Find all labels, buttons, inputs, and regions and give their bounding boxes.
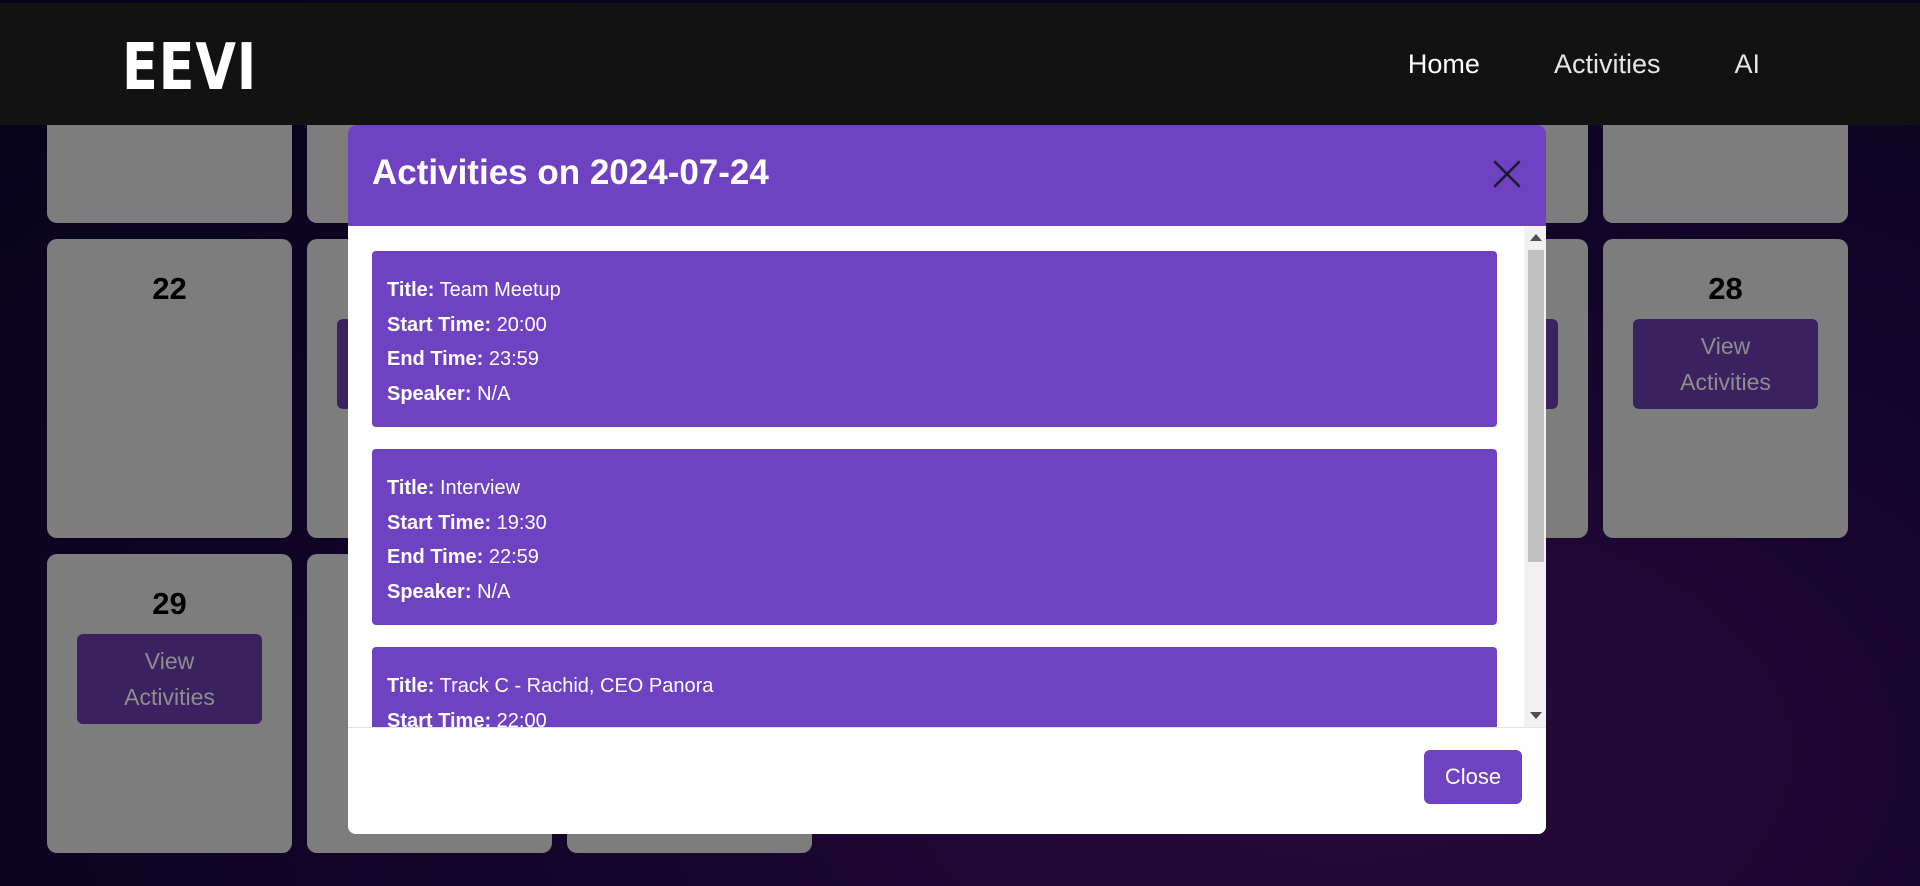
- activity-title: Interview: [439, 477, 521, 499]
- calendar-cell-29: 29 View Activities: [47, 554, 292, 853]
- nav-activities-link[interactable]: Activities: [1554, 49, 1661, 80]
- activity-start-row: Start Time: 19:30: [387, 511, 547, 534]
- activity-speaker: N/A: [477, 580, 511, 603]
- scroll-down-arrow-icon[interactable]: [1530, 712, 1542, 719]
- activity-card: Title: Team Meetup Start Time: 20:00 End…: [372, 251, 1497, 427]
- nav-ai-link[interactable]: AI: [1734, 49, 1760, 80]
- day-number: 29: [152, 586, 187, 621]
- activities-modal: Activities on 2024-07-24 Title: Team Mee…: [348, 125, 1546, 834]
- activity-end-time: 23:59: [488, 348, 539, 370]
- activity-title: Track C - Rachid, CEO Panora: [439, 675, 714, 697]
- activity-start-time: 20:00: [496, 313, 547, 336]
- activity-start-row: Start Time: 20:00: [387, 313, 547, 336]
- activity-end-time: 22:59: [488, 546, 539, 568]
- activity-title-row: Title: Track C - Rachid, CEO Panora: [387, 675, 714, 697]
- calendar-cell-22: 22: [47, 239, 292, 538]
- modal-body[interactable]: Title: Team Meetup Start Time: 20:00 End…: [348, 226, 1546, 727]
- view-activities-button[interactable]: View Activities: [1633, 319, 1818, 409]
- activity-card: Title: Interview Start Time: 19:30 End T…: [372, 449, 1497, 625]
- calendar-cell: [47, 110, 292, 223]
- calendar-cell-28: 28 View Activities: [1603, 239, 1848, 538]
- activity-speaker: N/A: [477, 382, 511, 405]
- nav-home-link[interactable]: Home: [1408, 49, 1480, 80]
- activity-start-time: 22:00: [496, 709, 547, 728]
- activity-end-row: End Time: 23:59: [387, 348, 539, 370]
- day-number: 22: [152, 271, 187, 306]
- activity-speaker-row: Speaker: N/A: [387, 580, 511, 603]
- modal-header: Activities on 2024-07-24: [348, 125, 1546, 226]
- activity-title-row: Title: Interview: [387, 477, 521, 499]
- close-button[interactable]: Close: [1424, 750, 1522, 804]
- activity-start-time: 19:30: [496, 511, 547, 534]
- activity-start-row: Start Time: 22:00: [387, 704, 1482, 728]
- scroll-thumb[interactable]: [1528, 250, 1544, 562]
- scroll-up-arrow-icon[interactable]: [1530, 234, 1542, 241]
- view-activities-button[interactable]: View Activities: [77, 634, 262, 724]
- calendar-cell: [1603, 110, 1848, 223]
- nav-links: Home Activities AI: [1408, 49, 1760, 80]
- activity-card: Title: Track C - Rachid, CEO Panora Star…: [372, 647, 1497, 727]
- modal-footer: Close: [348, 727, 1546, 834]
- close-icon[interactable]: [1490, 157, 1524, 191]
- activity-end-row: End Time: 22:59: [387, 546, 539, 568]
- modal-scrollbar[interactable]: [1524, 226, 1546, 727]
- activity-speaker-row: Speaker: N/A: [387, 382, 511, 405]
- day-number: 28: [1708, 271, 1743, 306]
- brand-logo[interactable]: EEVI: [122, 31, 257, 105]
- activity-title-row: Title: Team Meetup: [387, 279, 561, 301]
- top-navbar: EEVI Home Activities AI: [0, 3, 1920, 125]
- activity-title: Team Meetup: [439, 279, 561, 301]
- modal-title: Activities on 2024-07-24: [372, 153, 769, 192]
